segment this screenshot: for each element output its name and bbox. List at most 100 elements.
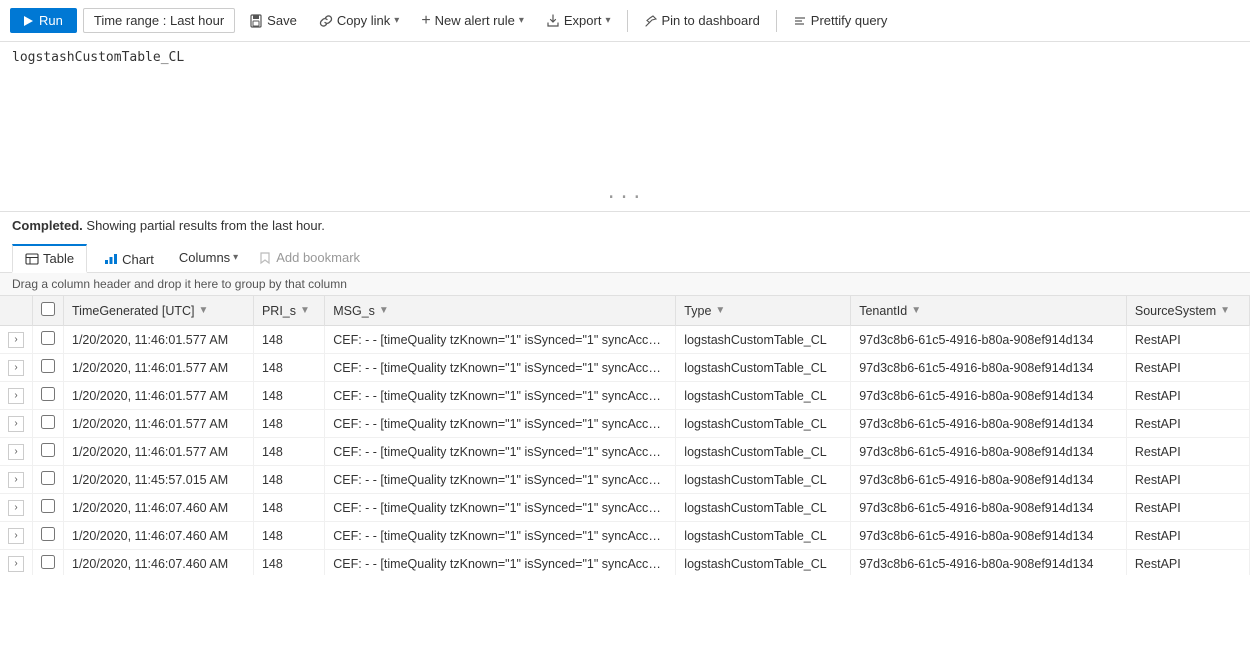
cell-source-system: RestAPI	[1126, 522, 1249, 550]
row-expand-cell[interactable]: ›	[0, 382, 33, 410]
expand-button[interactable]: ›	[8, 444, 24, 460]
row-check-cell[interactable]	[33, 550, 64, 576]
row-check-cell[interactable]	[33, 522, 64, 550]
filter-icon[interactable]: ▼	[379, 305, 389, 316]
select-all-checkbox[interactable]	[41, 302, 55, 316]
prettify-query-button[interactable]: Prettify query	[785, 9, 896, 32]
row-checkbox[interactable]	[41, 471, 55, 485]
table-row: › 1/20/2020, 11:46:01.577 AM 148 CEF: - …	[0, 326, 1250, 354]
row-expand-cell[interactable]: ›	[0, 522, 33, 550]
cell-type: logstashCustomTable_CL	[676, 438, 851, 466]
th-time-generated[interactable]: TimeGenerated [UTC] ▼	[64, 296, 254, 326]
th-source-system[interactable]: SourceSystem ▼	[1126, 296, 1249, 326]
expand-button[interactable]: ›	[8, 416, 24, 432]
cell-msg-s: CEF: - - [timeQuality tzKnown="1" isSync…	[325, 522, 676, 550]
filter-icon[interactable]: ▼	[300, 305, 310, 316]
row-checkbox[interactable]	[41, 331, 55, 345]
table-row: › 1/20/2020, 11:46:01.577 AM 148 CEF: - …	[0, 354, 1250, 382]
cell-type: logstashCustomTable_CL	[676, 494, 851, 522]
th-msg-s[interactable]: MSG_s ▼	[325, 296, 676, 326]
row-check-cell[interactable]	[33, 354, 64, 382]
cell-pri-s: 148	[253, 382, 324, 410]
row-expand-cell[interactable]: ›	[0, 326, 33, 354]
expand-button[interactable]: ›	[8, 528, 24, 544]
add-bookmark-button[interactable]: Add bookmark	[250, 245, 368, 270]
expand-button[interactable]: ›	[8, 332, 24, 348]
expand-button[interactable]: ›	[8, 388, 24, 404]
row-expand-cell[interactable]: ›	[0, 410, 33, 438]
filter-icon[interactable]: ▼	[715, 305, 725, 316]
cell-time-generated: 1/20/2020, 11:45:57.015 AM	[64, 466, 254, 494]
tab-chart[interactable]: Chart	[91, 246, 167, 272]
run-button[interactable]: Run	[10, 8, 77, 33]
row-checkbox[interactable]	[41, 415, 55, 429]
query-dots: ...	[606, 182, 645, 203]
row-checkbox[interactable]	[41, 443, 55, 457]
row-checkbox[interactable]	[41, 499, 55, 513]
row-expand-cell[interactable]: ›	[0, 354, 33, 382]
cell-type: logstashCustomTable_CL	[676, 550, 851, 576]
expand-button[interactable]: ›	[8, 500, 24, 516]
cell-tenant-id: 97d3c8b6-61c5-4916-b80a-908ef914d134	[851, 550, 1127, 576]
status-detail: Showing partial results from the last ho…	[83, 218, 325, 233]
query-text: logstashCustomTable_CL	[12, 50, 184, 65]
cell-msg-s: CEF: - - [timeQuality tzKnown="1" isSync…	[325, 382, 676, 410]
save-button[interactable]: Save	[241, 9, 305, 32]
cell-type: logstashCustomTable_CL	[676, 326, 851, 354]
expand-button[interactable]: ›	[8, 556, 24, 572]
row-expand-cell[interactable]: ›	[0, 494, 33, 522]
row-check-cell[interactable]	[33, 466, 64, 494]
filter-icon[interactable]: ▼	[911, 305, 921, 316]
copy-link-button[interactable]: Copy link ▾	[311, 9, 408, 32]
save-icon	[249, 14, 263, 28]
cell-source-system: RestAPI	[1126, 354, 1249, 382]
row-checkbox[interactable]	[41, 359, 55, 373]
columns-button[interactable]: Columns ▾	[171, 245, 246, 270]
chevron-down-icon: ▾	[605, 15, 610, 26]
row-checkbox[interactable]	[41, 527, 55, 541]
cell-pri-s: 148	[253, 326, 324, 354]
cell-type: logstashCustomTable_CL	[676, 410, 851, 438]
cell-time-generated: 1/20/2020, 11:46:01.577 AM	[64, 410, 254, 438]
row-check-cell[interactable]	[33, 410, 64, 438]
row-check-cell[interactable]	[33, 326, 64, 354]
cell-source-system: RestAPI	[1126, 494, 1249, 522]
row-expand-cell[interactable]: ›	[0, 466, 33, 494]
bookmark-icon	[258, 251, 272, 265]
results-table-wrapper[interactable]: TimeGenerated [UTC] ▼ PRI_s ▼ MSG_s ▼	[0, 296, 1250, 575]
separator	[776, 10, 777, 32]
row-expand-cell[interactable]: ›	[0, 438, 33, 466]
row-checkbox[interactable]	[41, 387, 55, 401]
th-source-system-label: SourceSystem	[1135, 304, 1216, 318]
cell-time-generated: 1/20/2020, 11:46:07.460 AM	[64, 522, 254, 550]
row-expand-cell[interactable]: ›	[0, 550, 33, 576]
pin-icon	[644, 14, 658, 28]
expand-button[interactable]: ›	[8, 472, 24, 488]
cell-msg-s: CEF: - - [timeQuality tzKnown="1" isSync…	[325, 410, 676, 438]
cell-time-generated: 1/20/2020, 11:46:07.460 AM	[64, 494, 254, 522]
th-msg-s-label: MSG_s	[333, 304, 375, 318]
th-type-label: Type	[684, 304, 711, 318]
th-type[interactable]: Type ▼	[676, 296, 851, 326]
pin-to-dashboard-button[interactable]: Pin to dashboard	[636, 9, 768, 32]
export-button[interactable]: Export ▾	[538, 9, 619, 32]
tab-table[interactable]: Table	[12, 244, 87, 273]
query-editor[interactable]: logstashCustomTable_CL ...	[0, 42, 1250, 212]
row-check-cell[interactable]	[33, 494, 64, 522]
cell-tenant-id: 97d3c8b6-61c5-4916-b80a-908ef914d134	[851, 354, 1127, 382]
th-check	[33, 296, 64, 326]
filter-icon[interactable]: ▼	[199, 305, 209, 316]
th-pri-s[interactable]: PRI_s ▼	[253, 296, 324, 326]
expand-button[interactable]: ›	[8, 360, 24, 376]
row-check-cell[interactable]	[33, 438, 64, 466]
cell-source-system: RestAPI	[1126, 326, 1249, 354]
th-tenant-id[interactable]: TenantId ▼	[851, 296, 1127, 326]
run-label: Run	[39, 13, 63, 28]
new-alert-rule-button[interactable]: + New alert rule ▾	[413, 9, 532, 33]
row-checkbox[interactable]	[41, 555, 55, 569]
time-range-button[interactable]: Time range : Last hour	[83, 8, 235, 33]
toolbar: Run Time range : Last hour Save Copy lin…	[0, 0, 1250, 42]
filter-icon[interactable]: ▼	[1220, 305, 1230, 316]
cell-type: logstashCustomTable_CL	[676, 354, 851, 382]
row-check-cell[interactable]	[33, 382, 64, 410]
